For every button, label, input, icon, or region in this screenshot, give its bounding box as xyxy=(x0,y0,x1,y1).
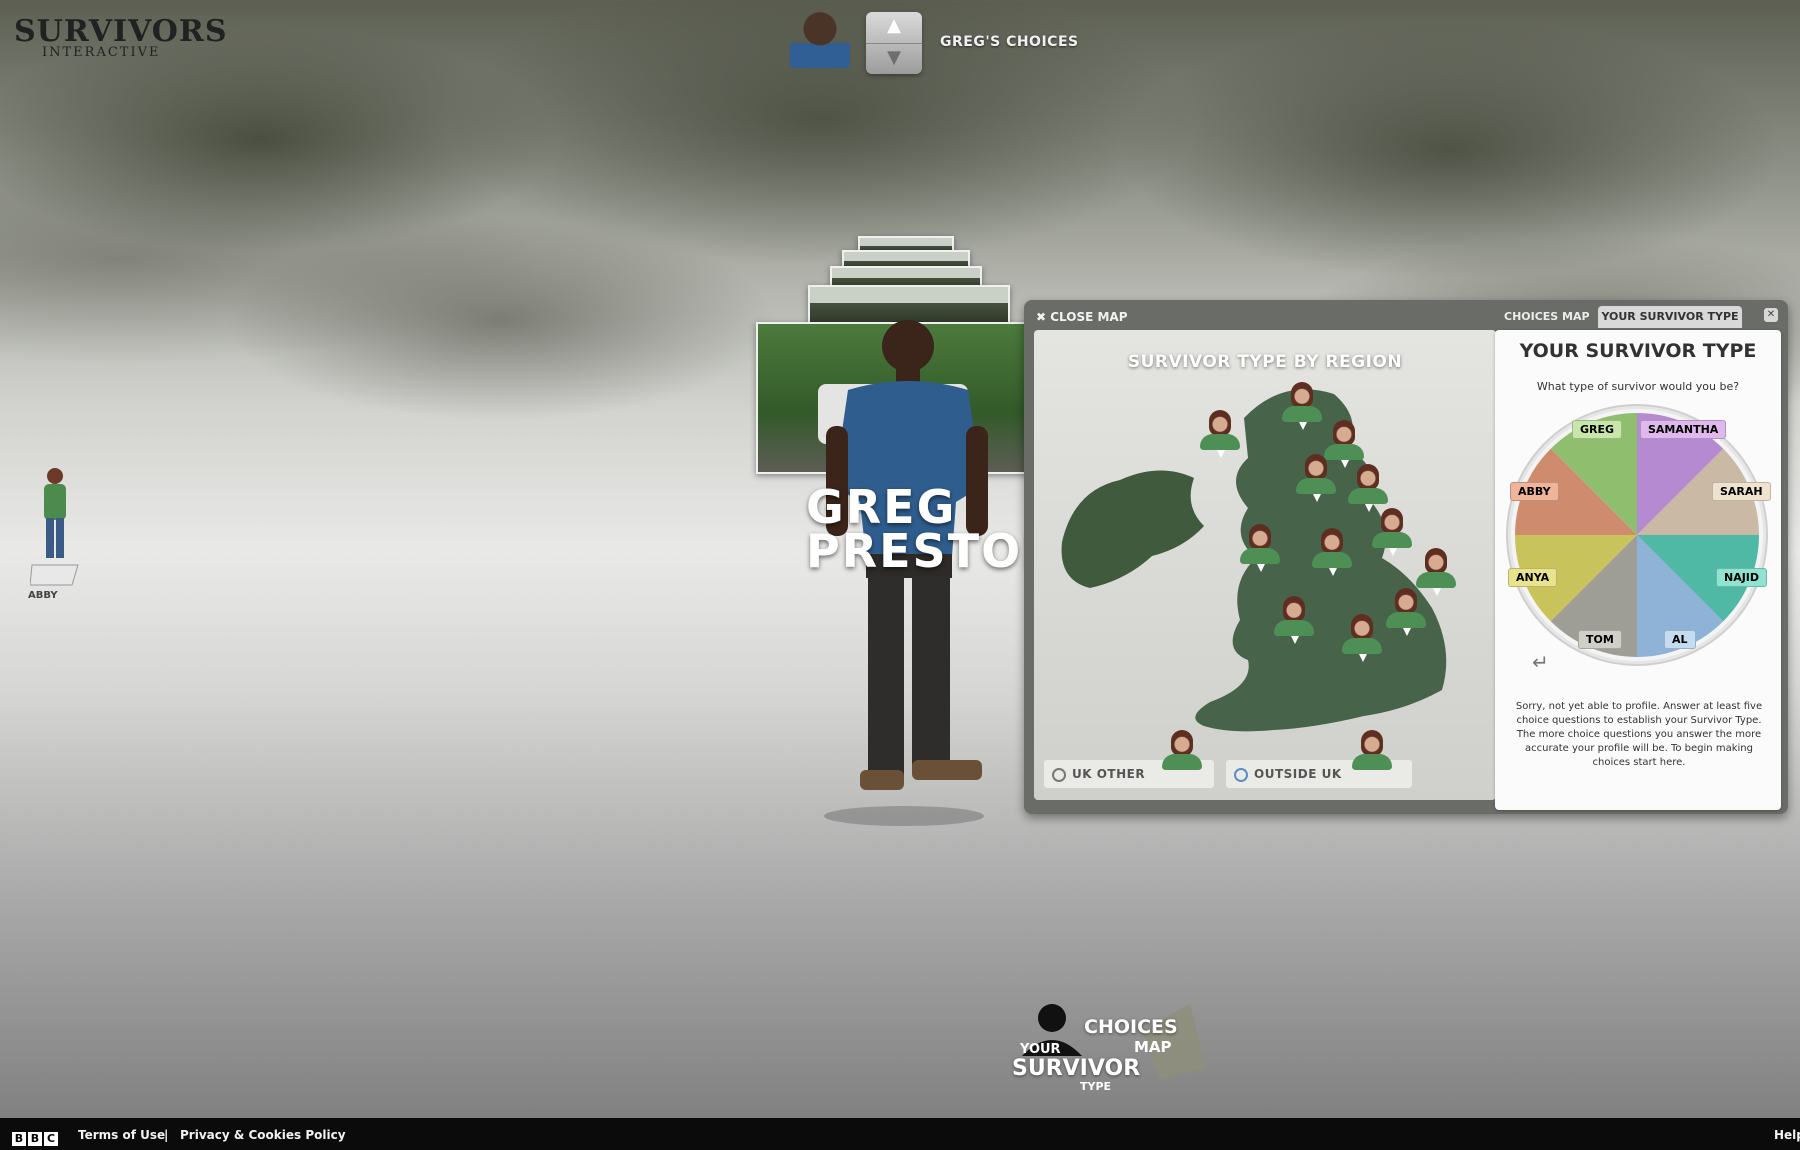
map-title: SURVIVOR TYPE BY REGION xyxy=(1127,352,1403,372)
greg-avatar[interactable] xyxy=(790,12,850,68)
region-pin[interactable] xyxy=(1370,508,1414,556)
survivor-label[interactable]: SURVIVOR xyxy=(1012,1056,1140,1081)
legend-dot-icon xyxy=(1234,768,1248,782)
type-tag-al[interactable]: AL xyxy=(1664,630,1696,649)
survivors-logo[interactable]: SURVIVORS INTERACTIVE xyxy=(14,14,227,60)
choices-title: GREG'S CHOICES xyxy=(940,34,1079,50)
abby-figure[interactable] xyxy=(30,460,80,590)
type-tag-samantha[interactable]: SAMANTHA xyxy=(1640,420,1727,439)
choices-label[interactable]: CHOICES xyxy=(1084,1016,1178,1038)
type-tag-greg[interactable]: GREG xyxy=(1572,420,1623,439)
abby-label: ABBY xyxy=(28,590,58,601)
footer-separator: | xyxy=(164,1128,169,1142)
character-scroller[interactable]: ▲ ▼ xyxy=(866,12,922,74)
tab-your-survivor-type[interactable]: YOUR SURVIVOR TYPE xyxy=(1598,306,1742,328)
corner-arrow-icon: ↵ xyxy=(1532,650,1549,674)
type-tag-tom[interactable]: TOM xyxy=(1578,630,1622,649)
survivor-type-title: YOUR SURVIVOR TYPE xyxy=(1519,340,1757,362)
terms-link[interactable]: Terms of Use xyxy=(78,1128,165,1142)
map-label[interactable]: MAP xyxy=(1134,1038,1172,1056)
region-pin[interactable] xyxy=(1346,464,1390,512)
chevron-down-icon[interactable]: ▼ xyxy=(866,44,922,75)
region-pin[interactable] xyxy=(1414,548,1458,596)
privacy-link[interactable]: Privacy & Cookies Policy xyxy=(180,1128,346,1142)
legend-outside-uk-label: OUTSIDE UK xyxy=(1254,767,1342,781)
region-pin[interactable] xyxy=(1340,614,1384,662)
legend-dot-icon xyxy=(1052,768,1066,782)
type-tag-anya[interactable]: ANYA xyxy=(1508,568,1558,587)
help-link[interactable]: Help xyxy=(1774,1128,1800,1142)
outside-uk-pin[interactable] xyxy=(1350,730,1394,770)
region-pin[interactable] xyxy=(1294,454,1338,502)
legend-uk-other-label: UK OTHER xyxy=(1072,767,1146,781)
survivor-type-wheel[interactable] xyxy=(1505,403,1769,667)
tab-choices-map[interactable]: CHOICES MAP xyxy=(1504,310,1590,323)
survivor-type-question: What type of survivor would you be? xyxy=(1536,380,1740,393)
your-label[interactable]: YOUR xyxy=(1020,1042,1061,1057)
type-tag-abby[interactable]: ABBY xyxy=(1510,482,1559,501)
region-pin[interactable] xyxy=(1310,528,1354,576)
type-label[interactable]: TYPE xyxy=(1080,1080,1111,1093)
close-map-label: CLOSE MAP xyxy=(1050,310,1128,324)
logo-title: SURVIVORS xyxy=(14,14,228,49)
type-tag-najid[interactable]: NAJID xyxy=(1716,568,1768,587)
survivor-type-message: Sorry, not yet able to profile. Answer a… xyxy=(1515,701,1763,768)
x-icon[interactable]: ✕ xyxy=(1764,308,1778,322)
region-pin[interactable] xyxy=(1198,410,1242,458)
region-pin[interactable] xyxy=(1272,596,1316,644)
region-pin[interactable] xyxy=(1280,382,1324,430)
uk-other-pin[interactable] xyxy=(1160,730,1204,770)
region-pin[interactable] xyxy=(1238,524,1282,572)
type-tag-sarah[interactable]: SARAH xyxy=(1712,482,1771,501)
chevron-up-icon[interactable]: ▲ xyxy=(866,12,922,44)
close-map-button[interactable]: ✖ CLOSE MAP xyxy=(1036,310,1128,324)
close-icon: ✖ xyxy=(1036,310,1051,324)
bbc-logo[interactable]: BBC xyxy=(12,1127,60,1146)
region-pin[interactable] xyxy=(1384,588,1428,636)
